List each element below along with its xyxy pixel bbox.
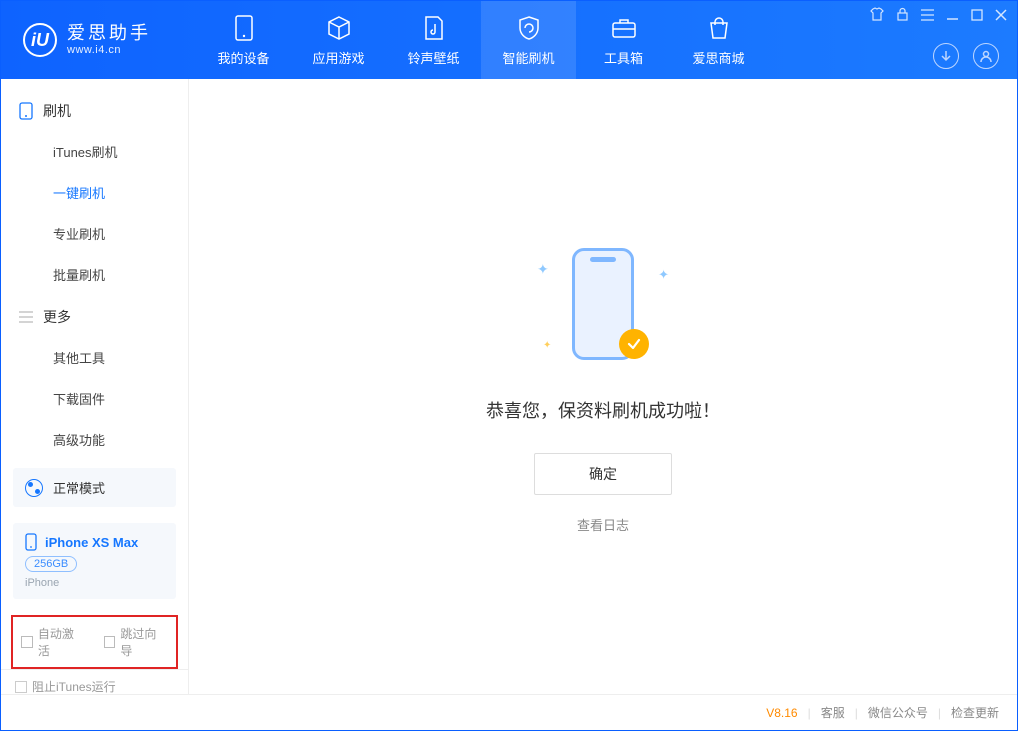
sidebar-section-flash: 刷机 <box>1 89 188 131</box>
checkbox-icon <box>15 681 27 693</box>
checkbox-auto-activate[interactable]: 自动激活 <box>21 625 86 659</box>
sidebar: 刷机 iTunes刷机 一键刷机 专业刷机 批量刷机 更多 其他工具 下载固件 … <box>1 79 189 694</box>
bag-icon <box>707 14 731 42</box>
tshirt-icon[interactable] <box>870 7 884 26</box>
tab-label: 我的设备 <box>217 48 269 67</box>
sidebar-section-more: 更多 <box>1 295 188 337</box>
sparkle-icon: ✦ <box>543 340 551 351</box>
tab-label: 工具箱 <box>604 48 643 67</box>
checkbox-label: 自动激活 <box>38 625 86 659</box>
phone-icon <box>25 533 37 551</box>
shield-refresh-icon <box>516 14 542 42</box>
sidebar-item-download-firmware[interactable]: 下载固件 <box>1 378 188 419</box>
sparkle-icon: ✦ <box>658 267 669 283</box>
tab-store[interactable]: 爱思商城 <box>671 1 766 79</box>
checkbox-label: 阻止iTunes运行 <box>32 678 116 694</box>
tab-label: 铃声壁纸 <box>407 48 459 67</box>
sidebar-item-itunes-flash[interactable]: iTunes刷机 <box>1 131 188 172</box>
app-window: iU 爱思助手 www.i4.cn 我的设备 应用游戏 铃声壁纸 智能刷机 <box>0 0 1018 731</box>
checkbox-label: 跳过向导 <box>120 625 168 659</box>
music-file-icon <box>423 14 445 42</box>
tab-apps-games[interactable]: 应用游戏 <box>291 1 386 79</box>
tab-ringtones[interactable]: 铃声壁纸 <box>386 1 481 79</box>
options-highlight: 自动激活 跳过向导 <box>11 615 178 669</box>
sidebar-item-one-click-flash[interactable]: 一键刷机 <box>1 172 188 213</box>
download-button[interactable] <box>933 43 959 69</box>
check-badge-icon <box>619 329 649 359</box>
ok-button[interactable]: 确定 <box>534 453 672 495</box>
checkbox-skip-guide[interactable]: 跳过向导 <box>104 625 169 659</box>
toolbox-icon <box>611 14 637 42</box>
logo-text: 爱思助手 www.i4.cn <box>67 23 151 56</box>
main-tabs: 我的设备 应用游戏 铃声壁纸 智能刷机 工具箱 爱思商城 <box>196 1 766 79</box>
device-capacity: 256GB <box>25 556 77 572</box>
success-illustration: ✦ ✦ ✦ <box>523 239 683 369</box>
header-right-controls <box>933 43 999 69</box>
maximize-icon[interactable] <box>971 8 983 26</box>
list-icon <box>19 311 33 323</box>
footer: V8.16 | 客服 | 微信公众号 | 检查更新 <box>1 694 1017 730</box>
cube-icon <box>326 14 352 42</box>
tab-smart-flash[interactable]: 智能刷机 <box>481 1 576 79</box>
device-name: iPhone XS Max <box>45 535 138 550</box>
section-label: 更多 <box>43 307 71 327</box>
footer-right: V8.16 | 客服 | 微信公众号 | 检查更新 <box>766 704 999 721</box>
device-info[interactable]: iPhone XS Max 256GB iPhone <box>13 523 176 599</box>
sidebar-item-pro-flash[interactable]: 专业刷机 <box>1 213 188 254</box>
logo-icon: iU <box>23 23 57 57</box>
support-link[interactable]: 客服 <box>821 704 845 721</box>
body: 刷机 iTunes刷机 一键刷机 专业刷机 批量刷机 更多 其他工具 下载固件 … <box>1 79 1017 694</box>
lock-icon[interactable] <box>896 7 909 26</box>
separator: | <box>938 706 941 720</box>
minimize-icon[interactable] <box>946 8 959 26</box>
header: iU 爱思助手 www.i4.cn 我的设备 应用游戏 铃声壁纸 智能刷机 <box>1 1 1017 79</box>
tab-label: 应用游戏 <box>312 48 364 67</box>
checkbox-block-itunes[interactable]: 阻止iTunes运行 <box>15 678 116 694</box>
mode-indicator[interactable]: 正常模式 <box>13 468 176 507</box>
sidebar-item-other-tools[interactable]: 其他工具 <box>1 337 188 378</box>
success-message: 恭喜您，保资料刷机成功啦！ <box>486 397 720 423</box>
device-type: iPhone <box>25 577 164 589</box>
logo-area: iU 爱思助手 www.i4.cn <box>1 23 196 57</box>
user-button[interactable] <box>973 43 999 69</box>
phone-icon <box>235 14 253 42</box>
checkbox-icon <box>21 636 33 648</box>
separator: | <box>808 706 811 720</box>
mode-icon <box>25 479 43 497</box>
tab-my-device[interactable]: 我的设备 <box>196 1 291 79</box>
sidebar-footer: 阻止iTunes运行 <box>1 669 188 694</box>
main-content: ✦ ✦ ✦ 恭喜您，保资料刷机成功啦！ 确定 查看日志 <box>189 79 1017 694</box>
wechat-link[interactable]: 微信公众号 <box>868 704 928 721</box>
device-icon <box>19 102 33 120</box>
separator: | <box>855 706 858 720</box>
tab-label: 爱思商城 <box>692 48 744 67</box>
check-update-link[interactable]: 检查更新 <box>951 704 999 721</box>
mode-label: 正常模式 <box>53 478 105 497</box>
app-title: 爱思助手 <box>67 23 151 44</box>
sidebar-item-advanced[interactable]: 高级功能 <box>1 419 188 460</box>
tab-label: 智能刷机 <box>502 48 554 67</box>
sparkle-icon: ✦ <box>537 261 549 278</box>
menu-icon[interactable] <box>921 8 934 26</box>
tab-toolbox[interactable]: 工具箱 <box>576 1 671 79</box>
window-controls <box>870 7 1007 26</box>
checkbox-icon <box>104 636 116 648</box>
app-subtitle: www.i4.cn <box>67 44 151 57</box>
close-icon[interactable] <box>995 8 1007 26</box>
sidebar-item-batch-flash[interactable]: 批量刷机 <box>1 254 188 295</box>
view-log-link[interactable]: 查看日志 <box>577 515 629 534</box>
version-label: V8.16 <box>766 706 797 720</box>
section-label: 刷机 <box>43 101 71 121</box>
